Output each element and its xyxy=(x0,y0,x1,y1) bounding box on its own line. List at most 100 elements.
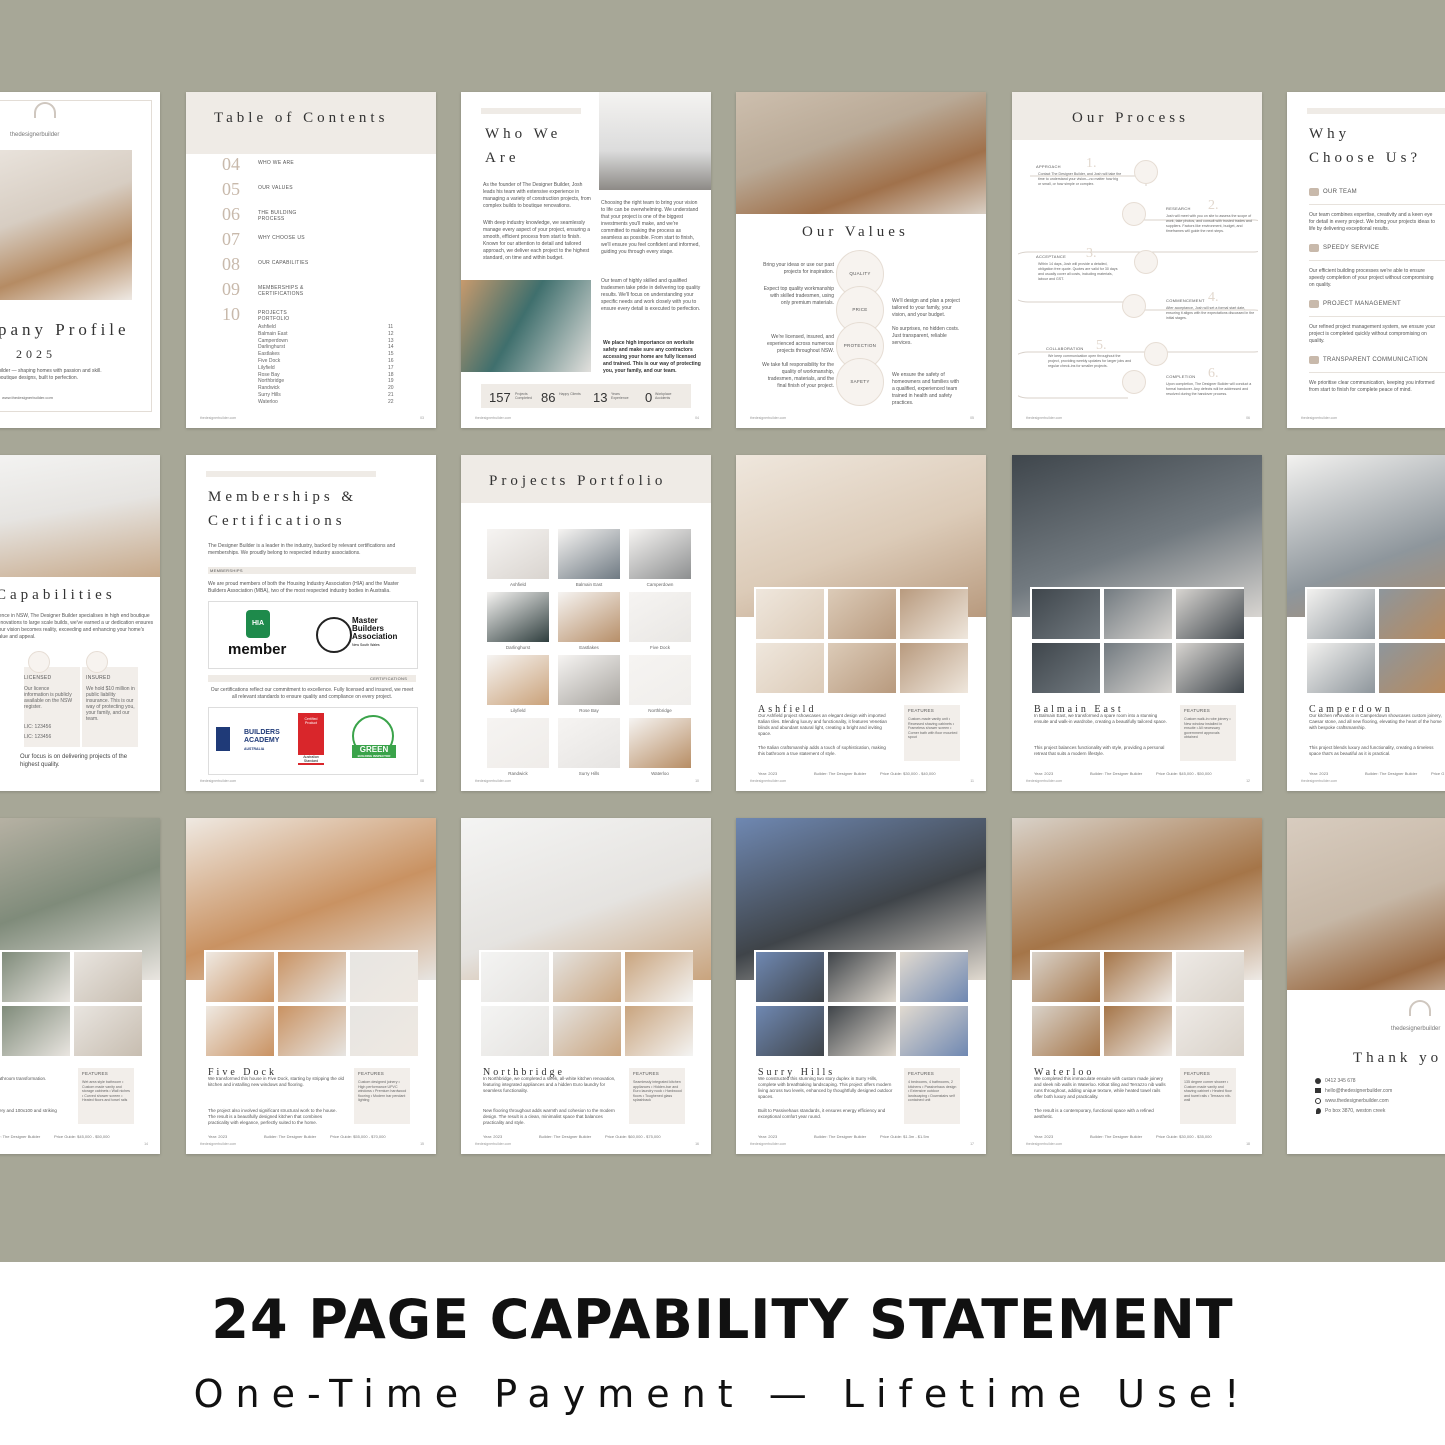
project-thumb xyxy=(1104,1006,1172,1056)
toc-item-label: WHY CHOOSE US xyxy=(258,235,305,241)
toc-item-label: OUR VALUES xyxy=(258,185,293,191)
footer-url: thedesignerbuilder.com xyxy=(750,416,787,420)
cover-title: pany Profile xyxy=(0,320,130,339)
project-thumb xyxy=(828,1006,896,1056)
toc-project-page: 21 xyxy=(388,392,394,398)
toc-project-page: 16 xyxy=(388,358,394,364)
value-left-text: We're licensed, insured, and experienced… xyxy=(767,334,834,354)
who-bathroom-photo xyxy=(461,280,591,372)
page-number: 04 xyxy=(695,416,699,420)
project-thumb xyxy=(1176,1006,1244,1056)
project-description-2: This project blends luxury and functiona… xyxy=(1309,745,1434,756)
process-step-icon xyxy=(1122,202,1146,226)
project-description: We completed this immaculate ensuite wit… xyxy=(1034,1076,1166,1099)
logo-arch-icon xyxy=(34,102,56,118)
cover-bathroom-photo xyxy=(0,150,132,300)
project-thumb xyxy=(828,643,896,693)
project-page-bathroom: terior designer to bring their red bathr… xyxy=(0,818,160,1154)
project-description: In Northbridge, we completed a sleek, al… xyxy=(483,1076,616,1093)
why-title-2: Choose Us? xyxy=(1309,150,1422,166)
value-left-text: Bring your ideas or use our past project… xyxy=(763,262,834,275)
toc-number: 09 xyxy=(222,279,240,299)
project-description-2: The Italian craftsmanship adds a touch o… xyxy=(758,745,886,756)
as-line-2: Australian Standard xyxy=(298,755,324,763)
project-thumb xyxy=(1032,1006,1100,1056)
logo-arch-icon xyxy=(1409,1000,1431,1016)
toc-project-name: Rose Bay xyxy=(258,371,280,378)
project-thumb xyxy=(1176,589,1244,639)
project-thumb xyxy=(74,952,142,1002)
portfolio-label: Surry Hills xyxy=(578,771,600,776)
portfolio-label: Northbridge xyxy=(648,708,672,713)
features-list: Seamlessly integrated kitchen appliances… xyxy=(633,1080,682,1103)
portfolio-thumb xyxy=(558,592,620,642)
green-line-1: GREEN xyxy=(359,745,389,754)
process-step-number: 5. xyxy=(1096,338,1107,353)
project-thumb xyxy=(1307,589,1375,639)
why-item-icon xyxy=(1309,356,1319,364)
toc-project-page: 17 xyxy=(388,364,394,371)
project-description: We transformed this house in Five Dock, … xyxy=(208,1076,344,1087)
why-item-icon xyxy=(1309,300,1319,308)
caps-title: Capabilities xyxy=(0,587,116,603)
banner-title: 24 PAGE CAPABILITY STATEMENT xyxy=(211,1288,1234,1351)
features-label: FEATURES xyxy=(358,1071,385,1076)
members-title-band xyxy=(206,471,376,477)
toc-number: 06 xyxy=(222,204,240,224)
project-thumb xyxy=(900,1006,968,1056)
stat-label: Projects Completed xyxy=(515,392,532,400)
australian-standard-logo: Certified Product Australian Standard xyxy=(298,713,324,765)
project-thumb xyxy=(206,952,274,1002)
project-thumb xyxy=(278,952,346,1002)
process-step-label: RESEARCH xyxy=(1166,206,1191,211)
toc-project-page: 18 xyxy=(388,371,394,378)
project-thumb xyxy=(756,952,824,1002)
project-thumb xyxy=(900,952,968,1002)
portfolio-thumb xyxy=(629,655,691,705)
portfolio-thumb xyxy=(487,592,549,642)
stat-value: 13 xyxy=(593,390,608,405)
mba-seal-icon xyxy=(316,617,352,653)
project-description: In Balmain East, we transformed a spare … xyxy=(1034,713,1167,724)
footer-url: thedesignerbuilder.com xyxy=(1301,416,1338,420)
stat-label: Workplace Accidents xyxy=(655,392,672,400)
project-thumb xyxy=(1032,643,1100,693)
portfolio-title: Projects Portfolio xyxy=(489,473,667,489)
process-step-text: Upon completion, The Designer Builder wi… xyxy=(1166,382,1252,396)
insurance-icon xyxy=(86,651,108,673)
toc-page: Table of Contents thedesignerbuilder.com… xyxy=(186,92,436,428)
process-step-number: 1. xyxy=(1086,156,1097,171)
page-number: 05 xyxy=(970,416,974,420)
project-thumb xyxy=(1032,589,1100,639)
process-step-text: After acceptance, Josh will set a formal… xyxy=(1166,306,1255,320)
project-thumb xyxy=(1379,643,1445,693)
portfolio-thumb xyxy=(487,529,549,579)
footer-url: thedesignerbuilder.com xyxy=(1026,1142,1063,1146)
toc-project-page: 20 xyxy=(388,385,394,392)
globe-icon xyxy=(1315,1098,1321,1104)
why-item-text: Our refined project management system, w… xyxy=(1309,324,1436,344)
features-label: FEATURES xyxy=(633,1071,660,1076)
builders-academy-text: BUILDERS ACADEMY AUSTRALIA xyxy=(244,729,280,753)
process-step-label: COMPLETION xyxy=(1166,374,1196,379)
why-item-title: PROJECT MANAGEMENT xyxy=(1323,301,1401,307)
portfolio-page: Projects Portfolio thedesignerbuilder.co… xyxy=(461,455,711,791)
process-title: Our Process xyxy=(1072,110,1189,126)
portfolio-thumb xyxy=(629,592,691,642)
project-thumb xyxy=(481,952,549,1002)
insured-label: INSURED xyxy=(86,675,111,681)
project-thumb xyxy=(1104,952,1172,1002)
project-thumb xyxy=(828,952,896,1002)
ba-line-1: BUILDERS xyxy=(244,729,280,736)
why-divider xyxy=(1309,316,1445,317)
cover-brand: thedesignerbuilder xyxy=(10,132,60,138)
portfolio-label: Rose Bay xyxy=(579,708,599,713)
toc-item-label: PROJECTS PORTFOLIO xyxy=(258,310,290,322)
portfolio-thumb xyxy=(558,529,620,579)
project-thumb xyxy=(756,589,824,639)
mba-line-4: New South Wales xyxy=(352,643,380,647)
cover-page: thedesignerbuilder pany Profile 2025 uil… xyxy=(0,92,160,428)
toc-project-name: Randwick xyxy=(258,385,280,392)
hia-logo: HIA xyxy=(246,610,270,638)
toc-project-page: 11 xyxy=(388,324,394,330)
